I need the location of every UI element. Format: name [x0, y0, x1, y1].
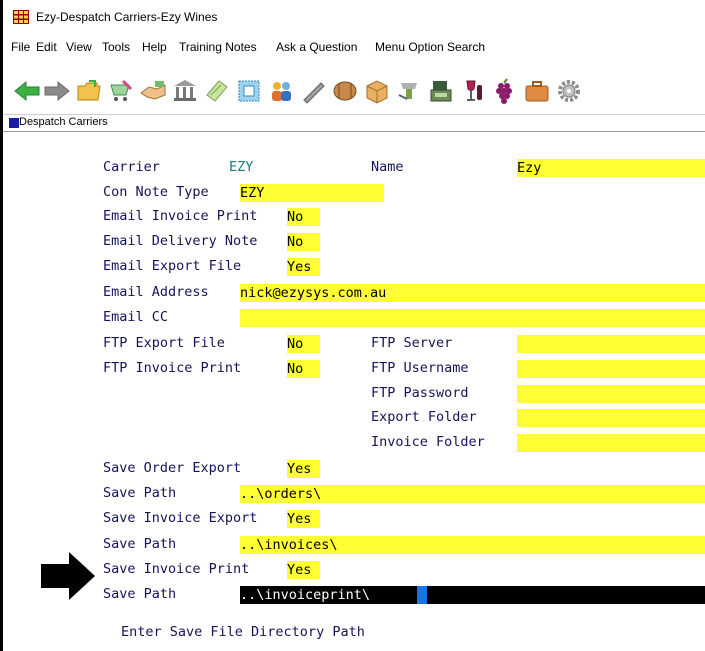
users-icon[interactable]	[267, 77, 295, 105]
save-path-invoices-label: Save Path	[103, 536, 177, 552]
email-invoice-print-label: Email Invoice Print	[103, 208, 258, 224]
save-invoice-print-label: Save Invoice Print	[103, 561, 250, 577]
invoice-folder-label: Invoice Folder	[371, 434, 485, 450]
box-icon[interactable]	[363, 77, 391, 105]
app-window: Ezy-Despatch Carriers-Ezy Wines File Edi…	[0, 0, 705, 651]
cart-icon[interactable]	[107, 77, 135, 105]
save-order-export-field[interactable]: Yes	[287, 460, 320, 478]
cash-register-icon[interactable]	[427, 77, 455, 105]
ftp-export-file-field[interactable]: No	[287, 335, 320, 353]
save-path-orders-field[interactable]: ..\orders\	[240, 485, 705, 503]
carrier-label: Carrier	[103, 159, 160, 175]
con-note-field[interactable]: EZY	[240, 184, 384, 202]
ftp-export-file-label: FTP Export File	[103, 335, 225, 351]
back-arrow-icon[interactable]	[13, 77, 41, 105]
save-invoice-export-label: Save Invoice Export	[103, 510, 258, 526]
menu-training-notes[interactable]: Training Notes	[179, 40, 257, 54]
email-cc-label: Email CC	[103, 309, 169, 325]
forward-arrow-icon[interactable]	[43, 77, 71, 105]
ftp-password-field[interactable]	[517, 385, 705, 403]
menu-option-search[interactable]: Menu Option Search	[375, 40, 485, 54]
email-invoice-print-field[interactable]: No	[287, 208, 320, 226]
gear-icon[interactable]	[555, 77, 583, 105]
menu-tools[interactable]: Tools	[102, 40, 130, 54]
save-order-export-label: Save Order Export	[103, 460, 242, 476]
window-title: Ezy-Despatch Carriers-Ezy Wines	[36, 10, 218, 24]
dispenser-icon[interactable]	[395, 77, 423, 105]
carrier-value: EZY	[229, 159, 254, 175]
ftp-invoice-print-label: FTP Invoice Print	[103, 360, 242, 376]
email-address-field[interactable]: nick@ezysys.com.au	[240, 284, 705, 302]
menu-file[interactable]: File	[11, 40, 30, 54]
briefcase-icon[interactable]	[523, 77, 551, 105]
bank-icon[interactable]	[171, 77, 199, 105]
con-note-label: Con Note Type	[103, 184, 209, 200]
grapes-icon[interactable]	[491, 77, 519, 105]
status-prompt: Enter Save File Directory Path	[121, 624, 365, 640]
barrel-icon[interactable]	[331, 77, 359, 105]
pointer-arrow-icon	[41, 552, 95, 600]
save-path-invoiceprint-field[interactable]: ..\invoiceprint\	[240, 586, 705, 604]
export-folder-label: Export Folder	[371, 409, 477, 425]
menu-help[interactable]: Help	[142, 40, 167, 54]
folder-icon[interactable]	[75, 77, 103, 105]
panel-header: Despatch Carriers	[3, 115, 705, 132]
email-cc-field[interactable]	[240, 309, 705, 327]
menu-view[interactable]: View	[66, 40, 92, 54]
email-export-file-label: Email Export File	[103, 258, 242, 274]
pen-icon[interactable]	[299, 77, 327, 105]
save-path-invoiceprint-label: Save Path	[103, 586, 177, 602]
menu-edit[interactable]: Edit	[36, 40, 57, 54]
stamp-icon[interactable]	[235, 77, 263, 105]
name-label: Name	[371, 159, 404, 175]
save-invoice-export-field[interactable]: Yes	[287, 510, 320, 528]
save-path-invoices-field[interactable]: ..\invoices\	[240, 536, 705, 554]
ftp-password-label: FTP Password	[371, 385, 469, 401]
email-delivery-note-label: Email Delivery Note	[103, 233, 258, 249]
text-cursor	[417, 586, 427, 604]
email-export-file-field[interactable]: Yes	[287, 258, 320, 276]
payment-icon[interactable]	[203, 77, 231, 105]
handshake-icon[interactable]	[139, 77, 167, 105]
name-field[interactable]: Ezy	[517, 159, 705, 177]
invoice-folder-field[interactable]	[517, 434, 705, 452]
ftp-username-label: FTP Username	[371, 360, 469, 376]
ftp-username-field[interactable]	[517, 360, 705, 378]
panel-square-icon	[9, 118, 19, 128]
email-delivery-note-field[interactable]: No	[287, 233, 320, 251]
ftp-invoice-print-field[interactable]: No	[287, 360, 320, 378]
wine-glass-icon[interactable]	[459, 77, 487, 105]
export-folder-field[interactable]	[517, 409, 705, 427]
email-address-label: Email Address	[103, 284, 209, 300]
ftp-server-label: FTP Server	[371, 335, 453, 351]
save-invoice-print-field[interactable]: Yes	[287, 561, 320, 579]
panel-title: Despatch Carriers	[19, 116, 108, 128]
menu-ask-question[interactable]: Ask a Question	[276, 40, 357, 54]
ftp-server-field[interactable]	[517, 335, 705, 353]
save-path-orders-label: Save Path	[103, 485, 177, 501]
app-grid-icon	[13, 10, 29, 24]
